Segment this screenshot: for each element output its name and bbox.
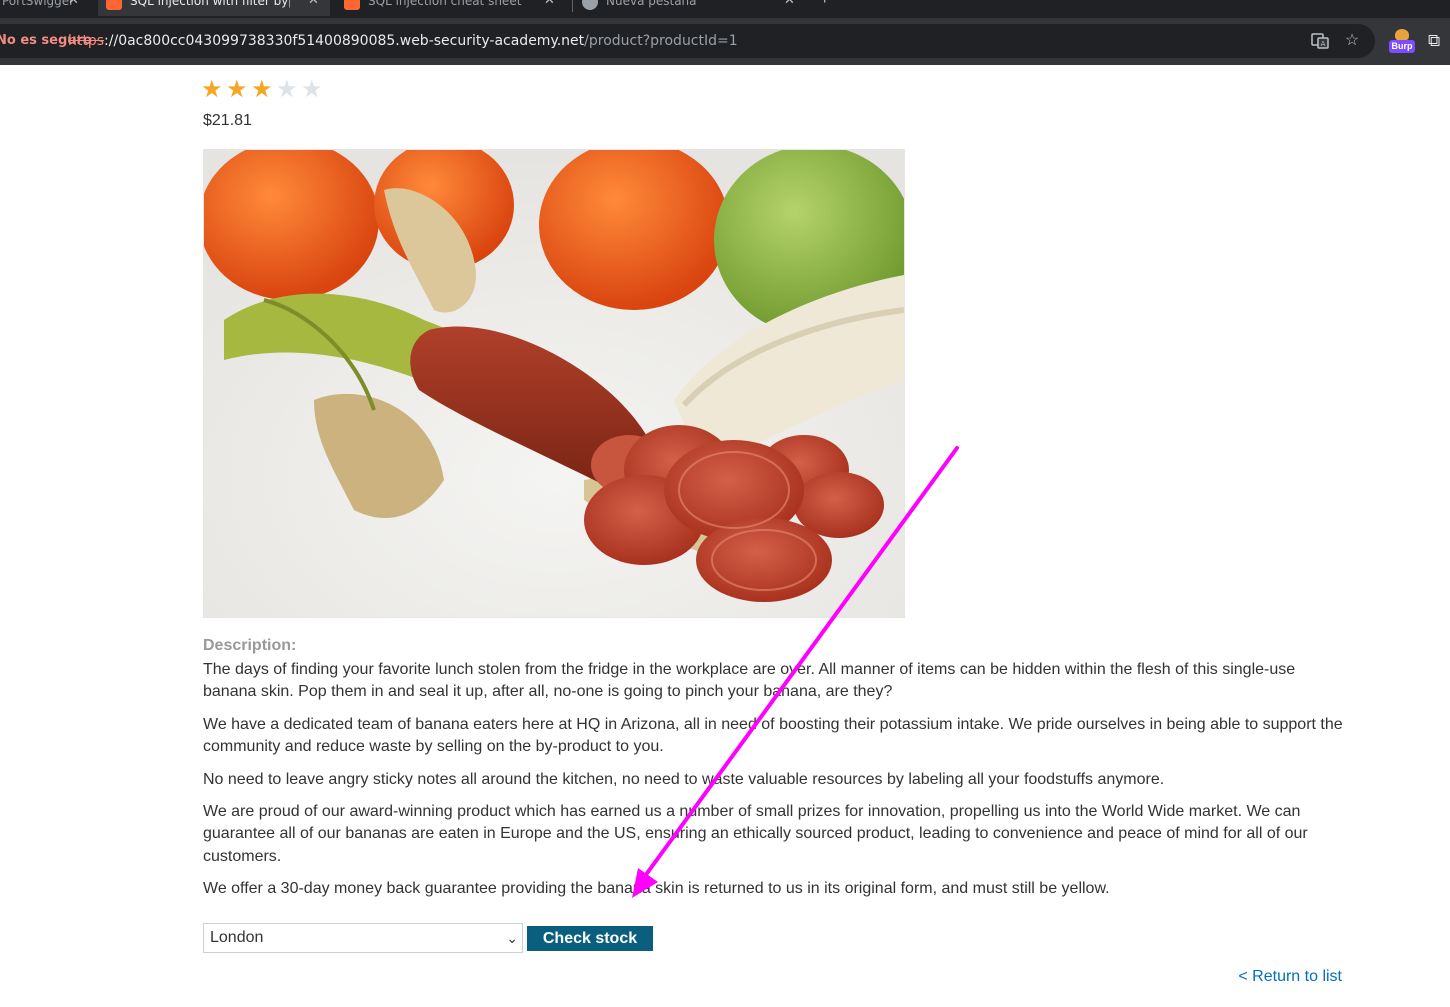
- chevron-down-icon: ⌄: [506, 930, 518, 946]
- url-text[interactable]: https://0ac800cc043099738330f51400890085…: [68, 24, 738, 58]
- tab-divider: [572, 0, 573, 12]
- globe-icon: [582, 0, 598, 10]
- star-filled-icon: ★: [226, 76, 248, 103]
- burp-badge: Burp: [1389, 40, 1415, 53]
- extensions-puzzle-icon[interactable]: ⧉: [1428, 31, 1440, 51]
- store-selected-value: London: [210, 929, 264, 946]
- product-rating: ★ ★ ★ ★ ★: [201, 78, 326, 102]
- description-paragraph: We have a dedicated team of banana eater…: [203, 715, 1343, 756]
- new-tab-plus-icon[interactable]: +: [820, 0, 829, 9]
- description-paragraph: No need to leave angry sticky notes all …: [203, 770, 1165, 788]
- description-heading: Description:: [203, 637, 297, 654]
- close-icon[interactable]: ✕: [308, 0, 319, 12]
- address-bar[interactable]: No es seguro https://0ac800cc04309973833…: [0, 24, 1375, 58]
- tab-label: PortSwigger: [2, 0, 75, 8]
- tab-label: SQL injection with filter bypass: [130, 0, 290, 8]
- portswigger-favicon-icon: [106, 0, 122, 10]
- url-path: /product?productId=1: [584, 33, 738, 49]
- product-description: The days of finding your favorite lunch …: [203, 659, 1348, 911]
- product-image: [203, 149, 905, 618]
- burp-extension-icon[interactable]: Burp: [1389, 29, 1415, 55]
- product-price: $21.81: [203, 112, 252, 129]
- check-stock-button[interactable]: Check stock: [527, 926, 653, 951]
- browser-tab-strip: PortSwigger ✕ SQL injection with filter …: [0, 0, 1450, 18]
- bookmark-star-icon[interactable]: ☆: [1343, 32, 1361, 50]
- description-paragraph: The days of finding your favorite lunch …: [203, 661, 1296, 701]
- tab-sql-injection-filter-bypass[interactable]: SQL injection with filter bypass ✕: [98, 0, 330, 16]
- browser-toolbar: No es seguro https://0ac800cc04309973833…: [0, 18, 1450, 65]
- star-filled-icon: ★: [251, 76, 273, 103]
- url-protocol: https: [68, 33, 105, 49]
- svg-text:A: A: [1321, 40, 1326, 48]
- url-host: ://0ac800cc043099738330f51400890085.web-…: [104, 33, 585, 49]
- return-to-list-link[interactable]: < Return to list: [1238, 968, 1342, 986]
- close-icon[interactable]: ✕: [68, 0, 79, 12]
- description-paragraph: We offer a 30-day money back guarantee p…: [203, 880, 1110, 898]
- store-select[interactable]: London ⌄: [203, 923, 523, 953]
- tab-portswigger[interactable]: PortSwigger ✕: [0, 0, 96, 16]
- translate-icon[interactable]: A: [1311, 32, 1329, 50]
- tab-label: Nueva pestaña: [606, 0, 697, 8]
- tab-label: SQL injection cheat sheet: [368, 0, 522, 8]
- close-icon[interactable]: ✕: [784, 0, 795, 12]
- description-paragraph: We are proud of our award-winning produc…: [203, 803, 1308, 865]
- tab-sql-injection-cheat-sheet[interactable]: SQL injection cheat sheet ✕: [336, 0, 568, 16]
- close-icon[interactable]: ✕: [544, 0, 555, 12]
- star-empty-icon: ★: [301, 76, 323, 103]
- star-filled-icon: ★: [201, 76, 223, 103]
- star-empty-icon: ★: [276, 76, 298, 103]
- portswigger-favicon-icon: [344, 0, 360, 10]
- tab-new-tab[interactable]: Nueva pestaña ✕: [576, 0, 808, 16]
